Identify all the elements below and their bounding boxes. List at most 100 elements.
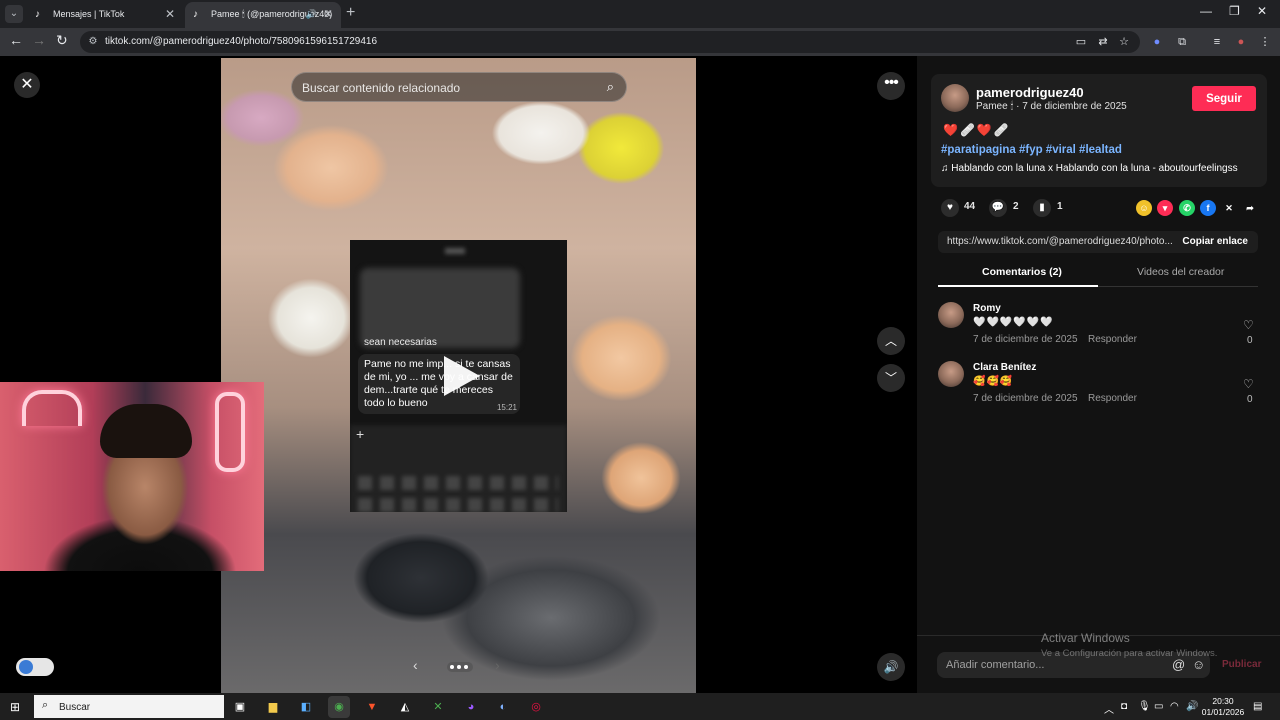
related-search-bar[interactable]: ⌕: [291, 72, 627, 102]
related-search-input[interactable]: [302, 79, 592, 97]
facebook-icon[interactable]: f: [1200, 200, 1216, 216]
carousel-dot[interactable]: [464, 665, 468, 669]
browser-toolbar: ← → ↻ ⚙ tiktok.com/@pamerodriguez40/phot…: [0, 28, 1280, 56]
tab-mensajes[interactable]: ♪ Mensajes | TikTok ✕: [27, 2, 183, 28]
previous-post-button[interactable]: ︿: [877, 327, 905, 355]
commenter-name[interactable]: Clara Benítez: [973, 362, 1036, 373]
taskbar-clock[interactable]: 20:30 01/01/2026: [1200, 696, 1246, 718]
save-count: 1: [1057, 201, 1063, 212]
restore-icon[interactable]: ❐: [1229, 4, 1240, 18]
steam-icon[interactable]: ◐: [492, 696, 514, 718]
commenter-name[interactable]: Romy: [973, 303, 1001, 314]
carousel-dots: [447, 662, 473, 672]
search-icon[interactable]: ⌕: [607, 79, 614, 95]
taskbar-search[interactable]: ⌕ Buscar: [34, 695, 224, 718]
extensions-icon[interactable]: ⧉: [1174, 34, 1190, 50]
keyboard-row: [358, 498, 558, 512]
close-window-icon[interactable]: ✕: [1257, 4, 1267, 18]
comment-input[interactable]: [946, 657, 1166, 673]
bookmark-icon[interactable]: ▮: [1033, 199, 1051, 217]
more-options-button[interactable]: •••: [877, 72, 905, 100]
play-icon[interactable]: [444, 356, 480, 396]
repost-icon[interactable]: ▾: [1157, 200, 1173, 216]
author-avatar[interactable]: [941, 84, 969, 112]
follow-button[interactable]: Seguir: [1192, 86, 1256, 111]
network-icon[interactable]: ▭: [1154, 701, 1163, 712]
chrome-icon[interactable]: ◉: [328, 696, 350, 718]
tray-app-icon[interactable]: ◘: [1121, 701, 1127, 712]
extension-icon[interactable]: ●: [1149, 34, 1165, 50]
tray-expand-icon[interactable]: ︿: [1104, 701, 1114, 716]
commenter-avatar[interactable]: [938, 302, 964, 328]
windows-start-icon[interactable]: ⊞: [10, 700, 20, 714]
comment-like-count: 0: [1247, 335, 1253, 346]
caption-hashtags[interactable]: #paratipagina #fyp #viral #lealtad: [941, 144, 1122, 156]
task-view-icon[interactable]: ▣: [229, 696, 251, 718]
volume-icon[interactable]: 🔊: [1186, 701, 1198, 712]
file-explorer-icon[interactable]: ▆: [262, 696, 284, 718]
back-icon[interactable]: ←: [9, 32, 23, 48]
tab-pamee[interactable]: ♪ Pamee 🕯 (@pamerodriguez40) 🔊 ✕: [185, 2, 341, 28]
carousel-dot[interactable]: [457, 665, 461, 669]
close-viewer-button[interactable]: ✕: [14, 72, 40, 98]
site-info-icon[interactable]: ⚙: [86, 35, 100, 49]
x-icon[interactable]: ✕: [1221, 200, 1237, 216]
autoscroll-toggle[interactable]: [16, 658, 54, 676]
media-icon[interactable]: ≡: [1209, 34, 1225, 50]
like-count: 44: [964, 201, 976, 212]
notifications-icon[interactable]: ▤: [1253, 701, 1262, 712]
commenter-avatar[interactable]: [938, 361, 964, 387]
speaker-icon[interactable]: 🔊: [306, 2, 317, 26]
comment-date: 7 de diciembre de 2025: [973, 334, 1078, 345]
xbox-icon[interactable]: ✕: [427, 696, 449, 718]
whatsapp-icon[interactable]: ✆: [1179, 200, 1195, 216]
capcut-icon[interactable]: ◭: [394, 696, 416, 718]
cast-icon[interactable]: ▭: [1073, 34, 1089, 50]
emoji-share-icon[interactable]: ☺: [1136, 200, 1152, 216]
wifi-icon[interactable]: ◠: [1170, 701, 1179, 712]
publish-button[interactable]: Publicar: [1222, 659, 1261, 670]
forward-icon[interactable]: →: [32, 32, 46, 48]
copy-link-button[interactable]: Copiar enlace: [1182, 236, 1248, 247]
translate-icon[interactable]: ⇄: [1095, 34, 1111, 50]
microphone-icon[interactable]: 🎙: [1138, 701, 1151, 712]
comment-icon[interactable]: 💬: [989, 199, 1007, 217]
profile-icon[interactable]: ●: [1233, 34, 1249, 50]
comment-like-icon[interactable]: ♡: [1243, 377, 1254, 391]
close-tab-icon[interactable]: ✕: [165, 2, 175, 26]
tab-creator-videos[interactable]: Videos del creador: [1137, 266, 1224, 278]
emoji-icon[interactable]: ☺: [1192, 657, 1205, 672]
minimize-icon[interactable]: —: [1200, 4, 1212, 18]
tiktok-favicon-icon: ♪: [35, 9, 40, 20]
obs-icon[interactable]: ◎: [525, 696, 547, 718]
discord-icon[interactable]: ◕: [460, 696, 482, 718]
carousel-dot[interactable]: [450, 665, 454, 669]
tab-search-icon[interactable]: ⌄: [5, 5, 23, 23]
next-post-button[interactable]: ﹀: [877, 364, 905, 392]
brave-icon[interactable]: ▼: [361, 696, 383, 718]
reply-button[interactable]: Responder: [1088, 334, 1137, 345]
close-tab-icon[interactable]: ✕: [323, 2, 333, 26]
star-icon[interactable]: ☆: [1116, 34, 1132, 50]
music-line[interactable]: ♫ Hablando con la luna x Hablando con la…: [941, 163, 1238, 174]
tab-comments[interactable]: Comentarios (2): [982, 266, 1062, 278]
carousel-next-icon[interactable]: ›: [495, 657, 500, 673]
clock-time: 20:30: [1212, 696, 1234, 706]
volume-button[interactable]: 🔊: [877, 653, 905, 681]
menu-icon[interactable]: ⋮: [1257, 34, 1273, 50]
share-arrow-icon[interactable]: ➦: [1242, 200, 1258, 216]
like-icon[interactable]: ♥: [941, 199, 959, 217]
address-bar[interactable]: ⚙ tiktok.com/@pamerodriguez40/photo/7580…: [80, 31, 1140, 53]
comment-count: 2: [1013, 201, 1019, 212]
store-icon[interactable]: ◧: [295, 696, 317, 718]
partial-message: sean necesarias: [364, 337, 437, 348]
carousel-prev-icon[interactable]: ‹: [413, 657, 418, 673]
tiktok-favicon-icon: ♪: [193, 9, 198, 20]
comment-text: 🤍🤍🤍🤍🤍🤍: [973, 317, 1054, 328]
new-tab-icon[interactable]: +: [346, 4, 355, 22]
reload-icon[interactable]: ↻: [56, 32, 68, 49]
mention-icon[interactable]: @: [1172, 657, 1185, 672]
reply-button[interactable]: Responder: [1088, 393, 1137, 404]
author-username[interactable]: pamerodriguez40: [976, 85, 1084, 100]
comment-like-icon[interactable]: ♡: [1243, 318, 1254, 332]
